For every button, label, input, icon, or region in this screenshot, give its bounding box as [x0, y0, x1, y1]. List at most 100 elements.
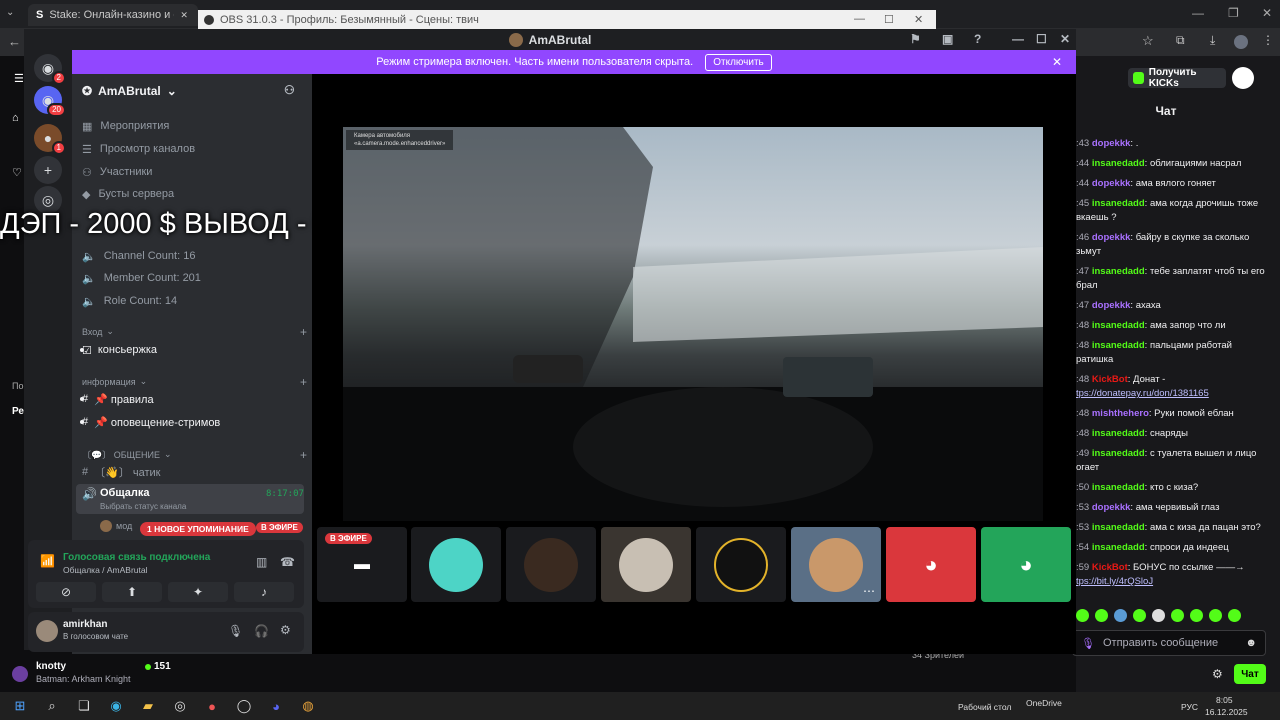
emote-icon[interactable]: [1152, 609, 1165, 622]
mic-icon[interactable]: 🎙: [1081, 637, 1095, 650]
noise-icon[interactable]: ▥: [256, 555, 267, 569]
get-kicks-button[interactable]: Получить KICKs: [1128, 67, 1226, 89]
message-link[interactable]: tps://donatepay.ru/don/1381165: [1076, 388, 1209, 399]
message-username[interactable]: dopekkk: [1092, 502, 1131, 513]
activities-button[interactable]: ✦: [168, 582, 228, 602]
message-username[interactable]: mishthehero: [1092, 408, 1149, 419]
profile-avatar[interactable]: [1232, 67, 1254, 89]
emoji-icon[interactable]: ☻: [1245, 637, 1257, 649]
nav-server-boosts[interactable]: ◆ Бусты сервера: [82, 184, 174, 204]
server-header[interactable]: ✪ AmABrutal ⌄ ⚇: [72, 74, 312, 108]
hamburger-icon[interactable]: ☰: [14, 72, 24, 85]
emote-icon[interactable]: [1076, 609, 1089, 622]
nav-members[interactable]: ⚇ Участники: [82, 162, 152, 182]
message-username[interactable]: dopekkk: [1092, 178, 1131, 189]
participant-tile[interactable]: [506, 527, 596, 602]
voice-location[interactable]: Общалка / AmABrutal: [63, 565, 148, 575]
maximize-icon[interactable]: ☐: [1036, 32, 1047, 46]
download-icon[interactable]: ⤓: [1210, 33, 1215, 48]
participant-tile[interactable]: ◕: [981, 527, 1071, 602]
category-info[interactable]: информация ⌄ +: [82, 375, 312, 389]
message-username[interactable]: insanedadd: [1092, 340, 1145, 351]
close-icon[interactable]: ✕: [180, 10, 188, 21]
clock-date[interactable]: 16.12.2025: [1205, 707, 1248, 717]
disable-streamer-mode-button[interactable]: Отключить: [705, 53, 772, 71]
channel-chat[interactable]: # 〔👋〕 чатик: [82, 462, 160, 482]
message-username[interactable]: insanedadd: [1092, 428, 1145, 439]
participant-tile[interactable]: [411, 527, 501, 602]
add-server-icon[interactable]: +: [34, 156, 62, 184]
tab-search-icon[interactable]: ⌄: [6, 7, 14, 18]
close-window-icon[interactable]: ✕: [914, 13, 923, 26]
message-username[interactable]: insanedadd: [1092, 158, 1145, 169]
screen-icon[interactable]: ▣: [942, 32, 953, 46]
chat-send-button[interactable]: Чат: [1234, 664, 1266, 684]
message-username[interactable]: dopekkk: [1092, 138, 1131, 149]
message-username[interactable]: insanedadd: [1092, 522, 1145, 533]
category-entry[interactable]: Вход ⌄ +: [82, 325, 312, 339]
discord-home-icon[interactable]: ◉ 2: [34, 54, 66, 85]
more-icon[interactable]: ⋯: [863, 584, 875, 598]
new-mention-pill[interactable]: 1 НОВОЕ УПОМИНАНИЕ: [140, 522, 256, 536]
show-desktop-label[interactable]: Рабочий стол: [958, 702, 1011, 712]
minimize-icon[interactable]: —: [1192, 6, 1204, 20]
steam-icon[interactable]: ◎: [168, 694, 192, 718]
onedrive-label[interactable]: OneDrive: [1026, 698, 1062, 708]
clock-time[interactable]: 8:05: [1216, 695, 1233, 705]
obs-icon[interactable]: ◯: [232, 694, 256, 718]
close-window-icon[interactable]: ✕: [1262, 6, 1272, 20]
bookmark-star-icon[interactable]: ☆: [1142, 33, 1154, 49]
headphones-icon[interactable]: 🎧: [254, 624, 269, 638]
obs-window-titlebar[interactable]: OBS 31.0.3 - Профиль: Безымянный - Сцены…: [198, 10, 936, 30]
close-window-icon[interactable]: ✕: [1060, 32, 1070, 46]
discord-icon[interactable]: ◕: [264, 694, 288, 718]
message-username[interactable]: insanedadd: [1092, 448, 1145, 459]
close-icon[interactable]: ✕: [1052, 55, 1062, 69]
message-username[interactable]: KickBot: [1092, 562, 1128, 573]
message-username[interactable]: dopekkk: [1092, 232, 1131, 243]
channel-concierge[interactable]: ☑ консьержка: [80, 340, 157, 360]
message-username[interactable]: insanedadd: [1092, 198, 1145, 209]
category-general[interactable]: 〔💬〕 ОБЩЕНИЕ ⌄ +: [82, 448, 312, 462]
discord-titlebar[interactable]: AmABrutal ⚑ ▣ ? — ☐ ✕: [24, 29, 1076, 50]
nav-browse-channels[interactable]: ☰ Просмотр каналов: [82, 139, 195, 159]
voice-connected-label[interactable]: Голосовая связь подключена: [63, 552, 210, 563]
mic-icon[interactable]: 🎙: [228, 624, 243, 638]
minimize-icon[interactable]: —: [854, 13, 865, 25]
avatar[interactable]: [36, 620, 58, 642]
extensions-icon[interactable]: ⧉: [1176, 33, 1185, 48]
add-member-icon[interactable]: ⚇: [284, 83, 295, 97]
screen-share-button[interactable]: ⬆: [102, 582, 162, 602]
emote-icon[interactable]: [1190, 609, 1203, 622]
message-username[interactable]: dopekkk: [1092, 300, 1131, 311]
voice-member[interactable]: мод: [100, 520, 132, 532]
channel-rules[interactable]: # 📌 правила: [80, 389, 154, 409]
search-icon[interactable]: ⌕: [40, 694, 64, 718]
message-username[interactable]: insanedadd: [1092, 320, 1145, 331]
windows-start-icon[interactable]: ⊞: [8, 694, 32, 718]
server-icon[interactable]: ● 1: [34, 124, 66, 155]
voice-channel-active[interactable]: 🔊 Общалка 8:17:07 Выбрать статус канала: [76, 484, 304, 514]
inbox-icon[interactable]: ⚑: [910, 32, 921, 46]
emote-icon[interactable]: [1209, 609, 1222, 622]
streamer-name[interactable]: knotty: [36, 661, 66, 672]
emote-icon[interactable]: [1133, 609, 1146, 622]
add-channel-icon[interactable]: +: [300, 448, 307, 462]
streamer-info[interactable]: knotty 151 Batman: Arkham Knight: [8, 660, 308, 692]
help-icon[interactable]: ?: [974, 32, 981, 46]
home-icon[interactable]: ⌂: [12, 112, 19, 124]
chat-input[interactable]: 🎙 Отправить сообщение ☻: [1072, 630, 1266, 656]
stream-video[interactable]: Камера автомобиля «a.camera.mode.enhance…: [343, 127, 1043, 521]
server-icon[interactable]: ◉ 20: [34, 86, 66, 117]
message-username[interactable]: insanedadd: [1092, 542, 1145, 553]
camera-toggle-button[interactable]: ⊘: [36, 582, 96, 602]
language-indicator[interactable]: РУС: [1181, 702, 1198, 712]
soundboard-button[interactable]: ♪: [234, 582, 294, 602]
emote-icon[interactable]: [1171, 609, 1184, 622]
voice-status[interactable]: Выбрать статус канала: [100, 502, 186, 511]
avatar[interactable]: [1234, 35, 1248, 49]
heart-icon[interactable]: ♡: [12, 166, 22, 179]
menu-kebab-icon[interactable]: ⋮: [1262, 33, 1274, 47]
gear-icon[interactable]: ⚙: [280, 623, 291, 637]
message-username[interactable]: KickBot: [1092, 374, 1128, 385]
